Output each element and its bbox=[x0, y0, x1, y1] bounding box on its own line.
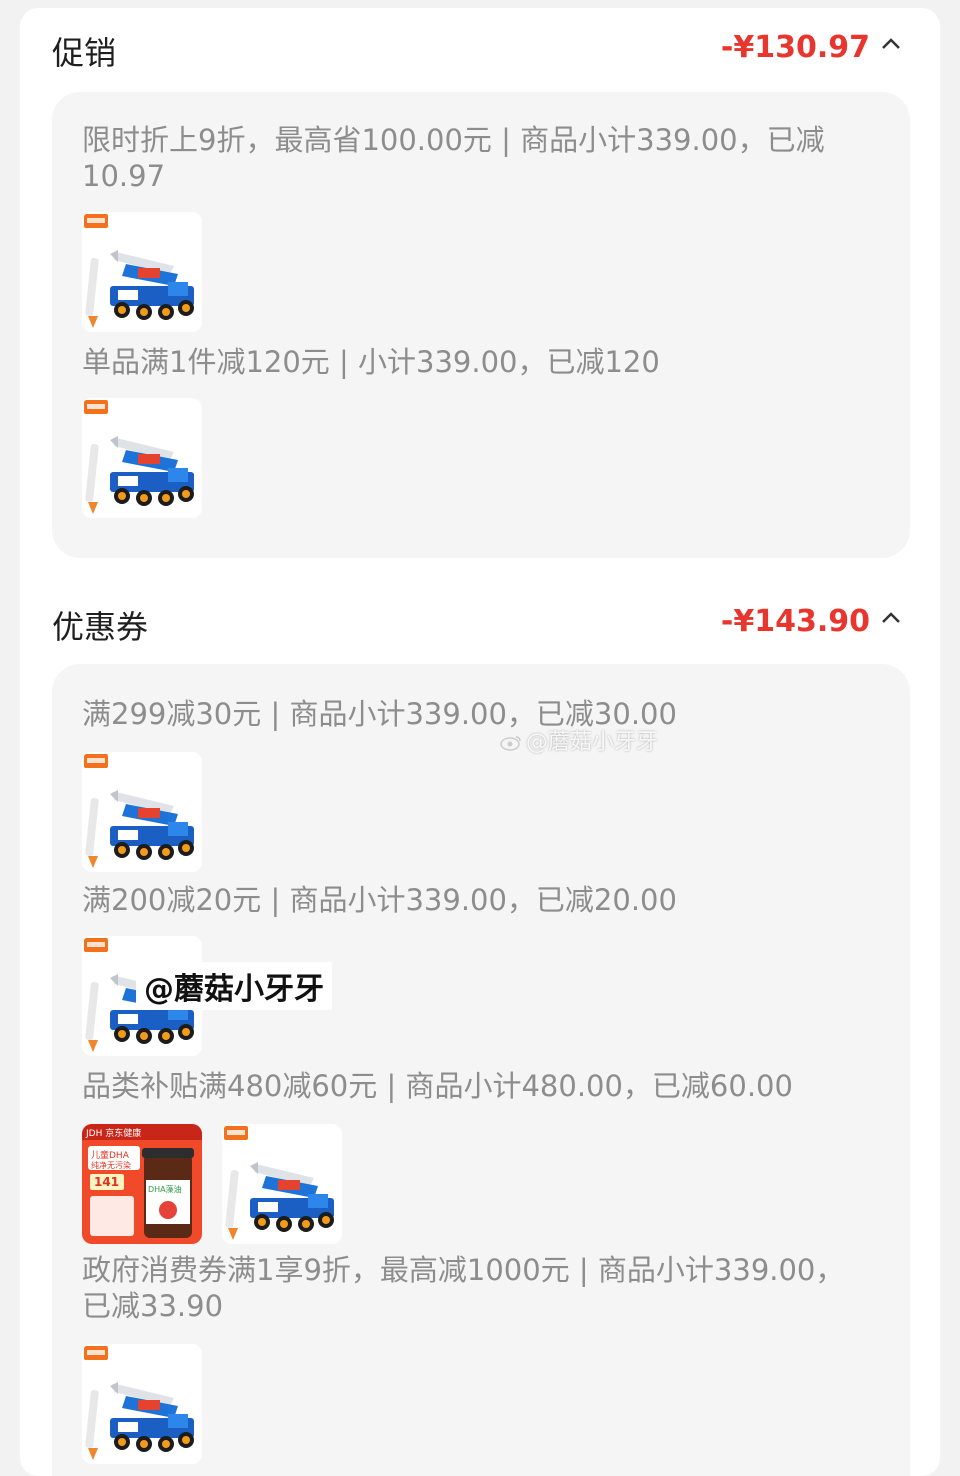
dha-label: DHA藻油 bbox=[148, 1184, 182, 1194]
promo-rules-panel: 限时折上9折，最高省100.00元 | 商品小计339.00，已减10.97 单… bbox=[52, 92, 910, 558]
coupon-rule-text: 政府消费券满1享9折，最高减1000元 | 商品小计339.00，已减33.90 bbox=[82, 1253, 845, 1323]
dha-product-thumbnail[interactable]: JDH 京东健康 儿童DHA 纯净无污染 141 DHA藻油 bbox=[82, 1124, 202, 1244]
product-thumbnail[interactable] bbox=[82, 398, 202, 518]
dha-brand: JDH 京东健康 bbox=[85, 1127, 141, 1139]
coupon-rules-panel: 满299减30元 | 商品小计339.00，已减30.00 满200减20元 |… bbox=[52, 664, 910, 1476]
toy-missile-truck-image bbox=[82, 398, 202, 518]
promo-section-header[interactable]: 促销 -¥130.97 bbox=[52, 22, 908, 72]
coupon-rule-text: 满200减20元 | 商品小计339.00，已减20.00 bbox=[82, 883, 677, 917]
promo-section-title: 促销 bbox=[52, 34, 117, 72]
dha-headline: 儿童DHA bbox=[91, 1149, 130, 1161]
chevron-up-icon[interactable] bbox=[880, 36, 902, 52]
coupon-section-header[interactable]: 优惠券 -¥143.90 bbox=[52, 596, 908, 646]
author-watermark-label: @蘑菇小牙牙 bbox=[136, 962, 332, 1010]
promo-rule-text: 限时折上9折，最高省100.00元 | 商品小计339.00，已减10.97 bbox=[82, 123, 825, 193]
coupon-discount-amount: -¥143.90 bbox=[720, 604, 870, 639]
weibo-watermark: @蘑菇小牙牙 bbox=[500, 724, 658, 756]
coupon-section-title: 优惠券 bbox=[52, 608, 149, 646]
watermark-text: @蘑菇小牙牙 bbox=[526, 730, 659, 755]
product-thumbnail[interactable] bbox=[82, 752, 202, 872]
toy-missile-truck-image bbox=[222, 1124, 342, 1244]
coupon-rule-text: 品类补贴满480减60元 | 商品小计480.00，已减60.00 bbox=[82, 1069, 793, 1103]
product-thumbnail[interactable] bbox=[82, 1344, 202, 1464]
promo-rule-text: 单品满1件减120元 | 小计339.00，已减120 bbox=[82, 345, 660, 379]
dha-price: 141 bbox=[94, 1175, 119, 1189]
coupon-rule-text: 满299减30元 | 商品小计339.00，已减30.00 bbox=[82, 697, 677, 731]
toy-missile-truck-image bbox=[82, 752, 202, 872]
dha-sub: 纯净无污染 bbox=[91, 1160, 131, 1170]
dha-supplement-image: JDH 京东健康 儿童DHA 纯净无污染 141 DHA藻油 bbox=[82, 1124, 202, 1244]
toy-missile-truck-image bbox=[82, 1344, 202, 1464]
weibo-eye-icon bbox=[500, 736, 521, 751]
product-thumbnail[interactable] bbox=[222, 1124, 342, 1244]
toy-missile-truck-image bbox=[82, 212, 202, 332]
chevron-up-icon[interactable] bbox=[880, 610, 902, 626]
product-thumbnail[interactable] bbox=[82, 212, 202, 332]
promo-discount-amount: -¥130.97 bbox=[720, 30, 870, 65]
